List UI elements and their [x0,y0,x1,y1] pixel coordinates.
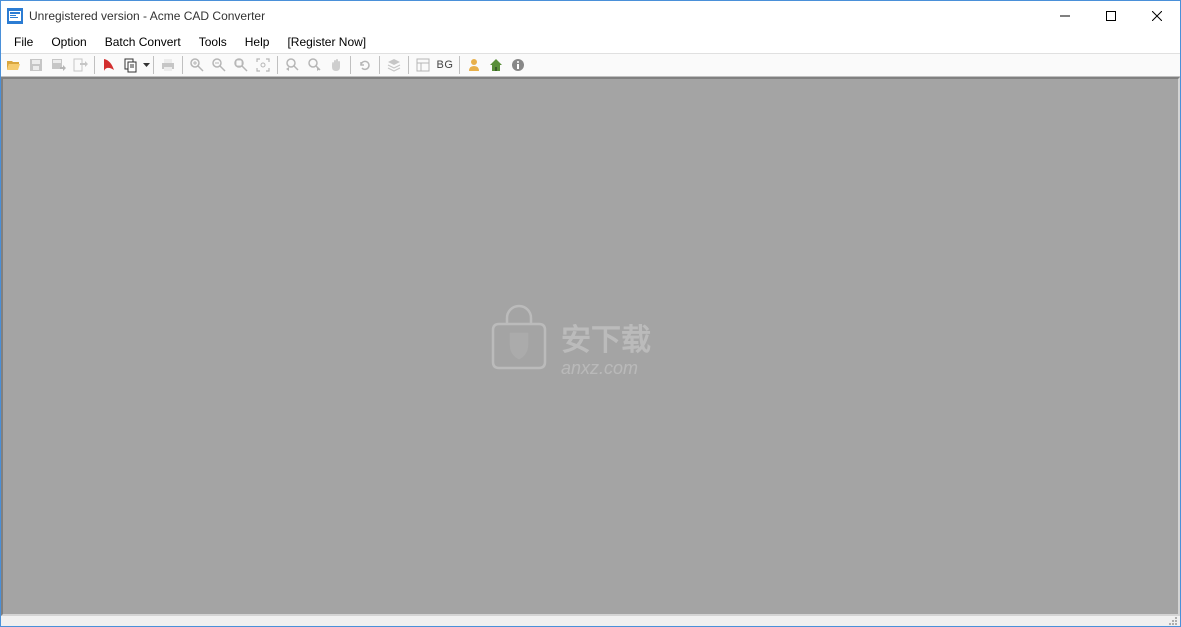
copy-dropdown[interactable] [142,55,150,75]
hand-icon [328,57,344,73]
printer-icon [160,57,176,73]
menu-register-now[interactable]: [Register Now] [278,33,375,51]
menu-tools[interactable]: Tools [190,33,236,51]
pdf-icon [101,57,117,73]
layout-icon [415,57,431,73]
watermark-text: 安下载 [561,324,651,357]
about-button[interactable] [507,55,529,75]
zoom-extents-button[interactable] [252,55,274,75]
folder-open-icon [6,57,22,73]
toolbar: BG [1,53,1180,77]
watermark-domain: anxz.com [561,358,638,378]
pdf-button[interactable] [98,55,120,75]
zoom-extents-icon [255,57,271,73]
maximize-button[interactable] [1088,1,1134,31]
resize-grip-icon[interactable] [1168,616,1178,626]
home-icon [488,57,504,73]
menu-help[interactable]: Help [236,33,279,51]
pan-button[interactable] [325,55,347,75]
menu-file[interactable]: File [5,33,42,51]
layers-button[interactable] [383,55,405,75]
menu-batch-convert[interactable]: Batch Convert [96,33,190,51]
export-icon [72,57,88,73]
bg-text-icon: BG [437,59,454,71]
menu-option[interactable]: Option [42,33,95,51]
zoom-out-button[interactable] [208,55,230,75]
regen-button[interactable] [354,55,376,75]
layers-icon [386,57,402,73]
window-title: Unregistered version - Acme CAD Converte… [29,9,265,23]
copy-button[interactable] [120,55,142,75]
zoom-prev-icon [284,57,300,73]
register-button[interactable] [463,55,485,75]
close-button[interactable] [1134,1,1180,31]
save-as-button[interactable] [47,55,69,75]
zoom-in-icon [189,57,205,73]
home-button[interactable] [485,55,507,75]
copy-icon [123,57,139,73]
title-bar: Unregistered version - Acme CAD Converte… [1,1,1180,31]
floppy-arrow-icon [50,57,66,73]
zoom-next-icon [306,57,322,73]
zoom-out-icon [211,57,227,73]
open-button[interactable] [3,55,25,75]
user-icon [466,57,482,73]
zoom-in-button[interactable] [186,55,208,75]
save-button[interactable] [25,55,47,75]
background-color-button[interactable]: BG [434,55,456,75]
zoom-previous-button[interactable] [281,55,303,75]
refresh-icon [357,57,373,73]
minimize-button[interactable] [1042,1,1088,31]
zoom-next-button[interactable] [303,55,325,75]
watermark: 安下载 anxz.com [481,302,701,392]
zoom-window-button[interactable] [230,55,252,75]
floppy-icon [28,57,44,73]
status-bar [1,616,1180,626]
zoom-window-icon [233,57,249,73]
chevron-down-icon [143,63,150,67]
menu-bar: File Option Batch Convert Tools Help [Re… [1,31,1180,53]
export-button[interactable] [69,55,91,75]
workspace: 安下载 anxz.com [1,77,1180,616]
app-icon [7,8,23,24]
info-icon [510,57,526,73]
layout-button[interactable] [412,55,434,75]
print-button[interactable] [157,55,179,75]
